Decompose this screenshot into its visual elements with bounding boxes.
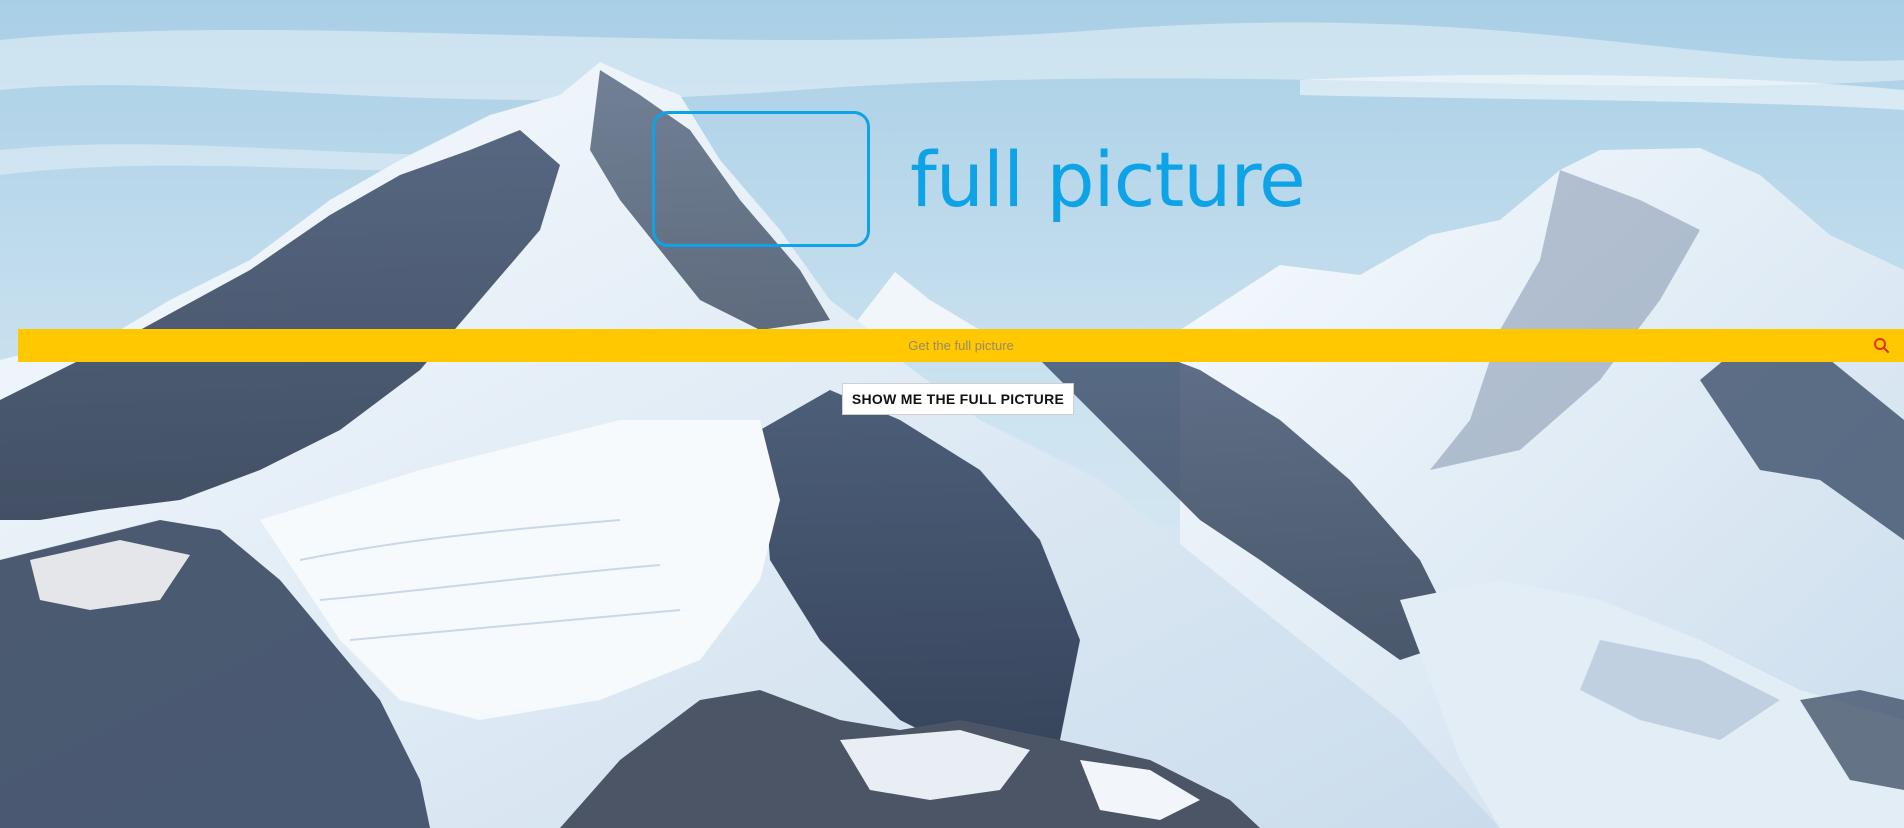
logo-frame: [652, 111, 870, 247]
search-input[interactable]: [18, 329, 1904, 362]
brand-logo[interactable]: full picture: [910, 130, 1306, 230]
search-bar: [18, 329, 1904, 362]
show-full-picture-button[interactable]: SHOW ME THE FULL PICTURE: [842, 383, 1074, 415]
search-icon[interactable]: [1873, 337, 1890, 354]
